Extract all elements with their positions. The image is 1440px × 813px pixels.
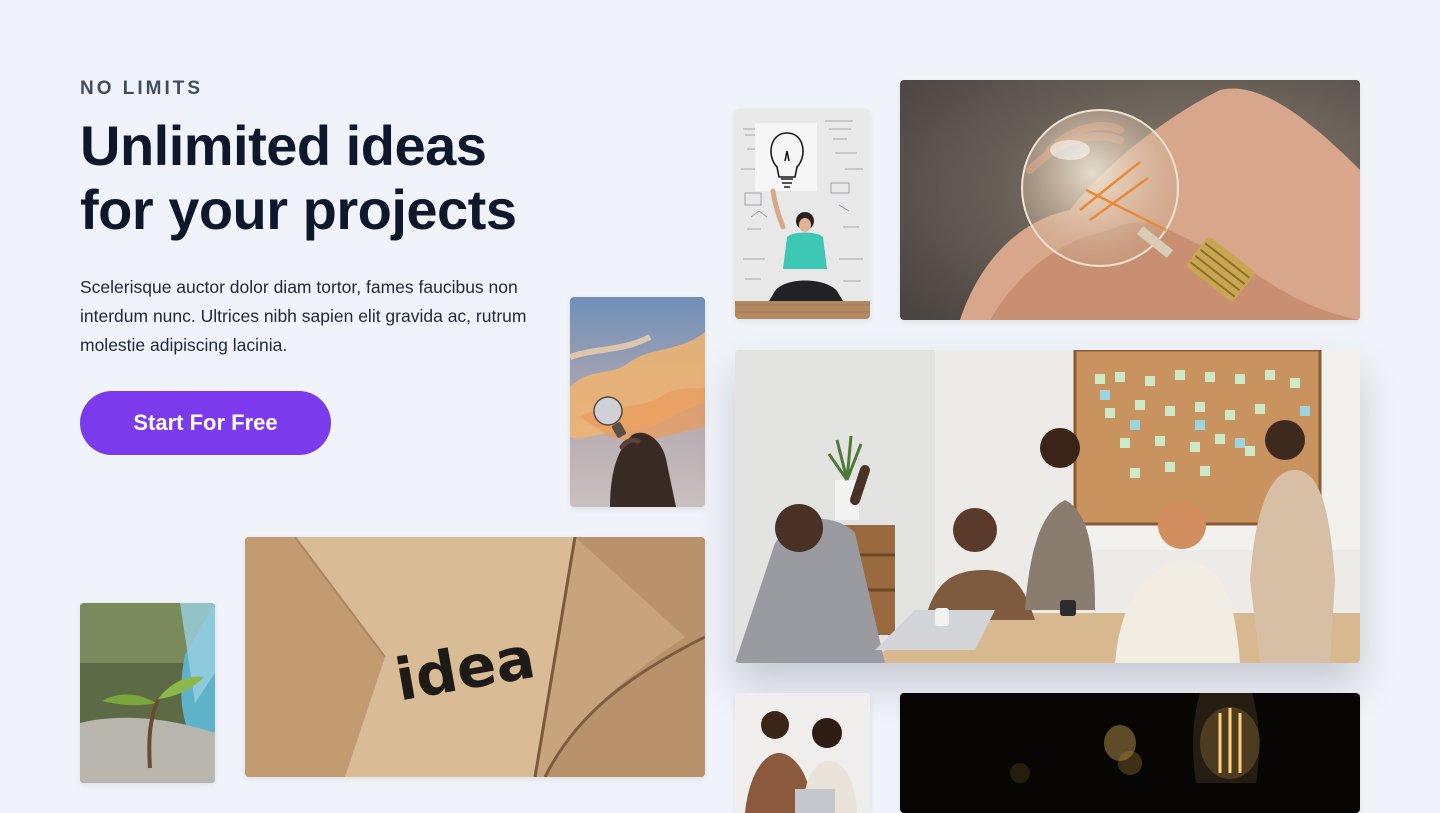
photo-two-colleagues xyxy=(735,693,870,813)
photo-sprouting-plant xyxy=(80,603,215,783)
photo-bulb-against-sky xyxy=(570,297,705,507)
section-eyebrow: NO LIMITS xyxy=(80,78,204,99)
photo-woman-lightbulb-sketch xyxy=(735,109,870,319)
photo-team-meeting xyxy=(735,350,1360,663)
photo-idea-kraft-paper: idea xyxy=(245,537,705,777)
hero-description: Scelerisque auctor dolor diam tortor, fa… xyxy=(80,277,527,355)
photo-hand-holding-bulb xyxy=(900,80,1360,320)
photo-glowing-bulbs xyxy=(900,693,1360,813)
headline-line-1: Unlimited ideas xyxy=(80,114,487,177)
start-for-free-button[interactable]: Start For Free xyxy=(80,391,331,455)
page-title: Unlimited ideas for your projects xyxy=(80,114,560,242)
headline-line-2: for your projects xyxy=(80,178,517,241)
